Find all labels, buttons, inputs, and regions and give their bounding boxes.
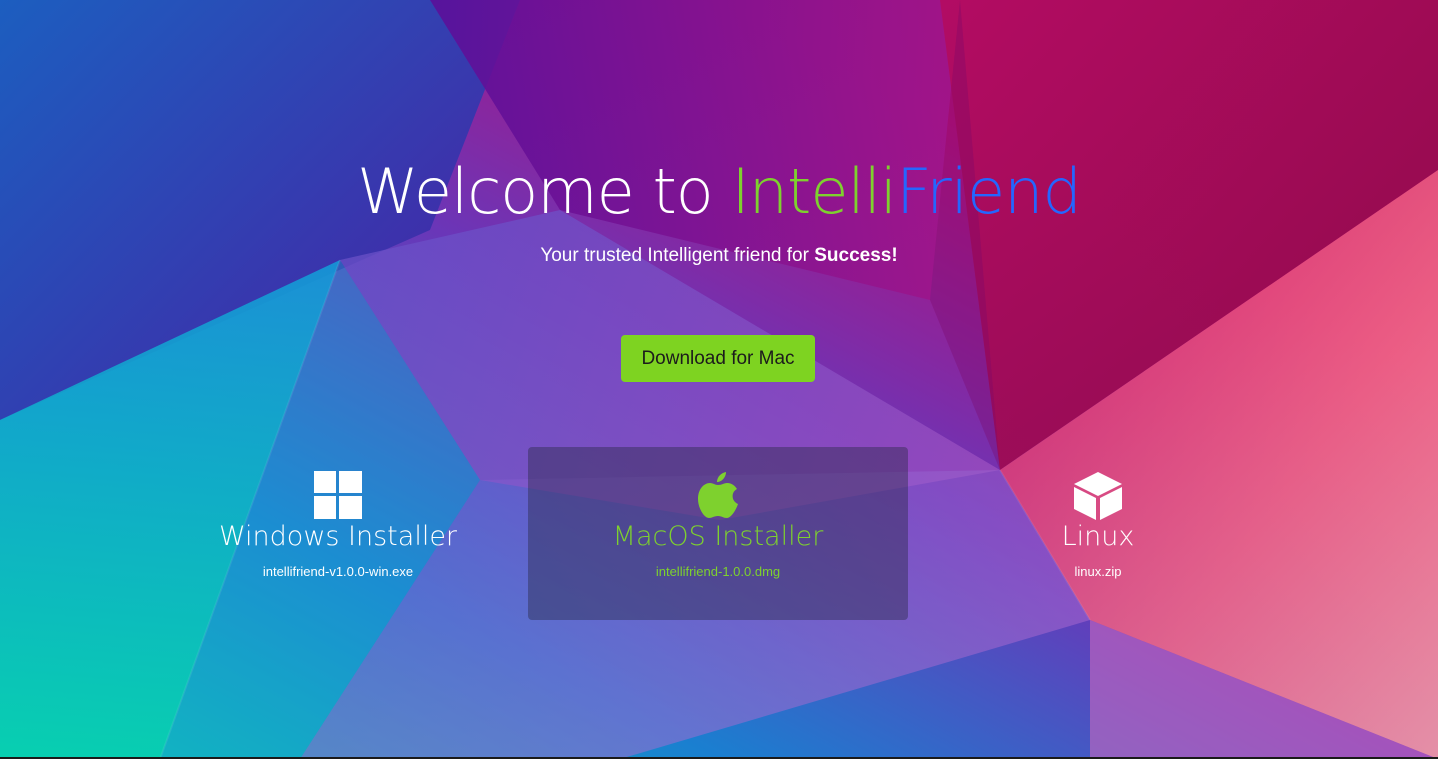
macos-installer-filename: intellifriend-1.0.0.dmg	[655, 564, 781, 579]
linux-installer-filename: linux.zip	[1074, 564, 1122, 579]
windows-installer-link[interactable]: Windows Installer intellifriend-v1.0.0-w…	[188, 447, 488, 620]
cube-icon	[1074, 472, 1122, 520]
download-for-mac-button[interactable]: Download for Mac	[621, 335, 815, 382]
page-title: Welcome to IntelliFriend	[0, 152, 1438, 232]
title-intelli: Intelli	[731, 155, 897, 228]
windows-installer-filename: intellifriend-v1.0.0-win.exe	[262, 564, 414, 579]
subtitle-bold: Success!	[814, 245, 898, 266]
subtitle-text: Your trusted Intelligent friend for	[540, 245, 815, 266]
apple-logo-icon	[698, 472, 738, 518]
title-welcome: Welcome to	[357, 155, 732, 228]
windows-installer-label: Windows Installer	[218, 521, 458, 552]
subtitle: Your trusted Intelligent friend for Succ…	[0, 243, 1438, 269]
linux-installer-label: Linux	[1061, 521, 1135, 552]
macos-installer-link[interactable]: MacOS Installer intellifriend-1.0.0.dmg	[528, 447, 908, 620]
windows-logo-icon	[314, 471, 362, 519]
macos-installer-label: MacOS Installer	[612, 521, 824, 552]
title-friend: Friend	[896, 155, 1082, 228]
linux-installer-link[interactable]: Linux linux.zip	[948, 447, 1248, 620]
